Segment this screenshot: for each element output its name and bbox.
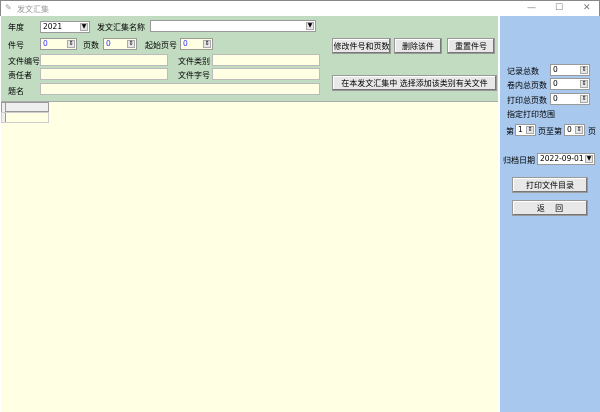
responsible-label: 责任者: [8, 71, 32, 80]
start-page-value: 0: [183, 39, 188, 48]
from-page-stepper[interactable]: 1 ⇕: [515, 124, 536, 136]
spin-arrows-icon[interactable]: ⇕: [67, 40, 75, 48]
file-no-input[interactable]: [40, 54, 168, 66]
file-category-label: 文件类别: [178, 57, 210, 66]
year-label: 年度: [8, 23, 24, 32]
to-suffix: 页: [588, 127, 596, 136]
responsible-input[interactable]: [40, 68, 168, 80]
start-page-stepper[interactable]: 0 ⇕: [180, 38, 213, 50]
pages-stepper[interactable]: 0 ⇕: [103, 38, 137, 50]
collection-select[interactable]: ▼: [150, 20, 316, 32]
volume-pages-value: 0: [553, 79, 558, 88]
app-icon: ✎: [5, 3, 12, 12]
year-value: 2021: [43, 22, 63, 31]
print-pages-value: 0: [553, 94, 558, 103]
spin-arrows-icon[interactable]: ⇕: [203, 40, 211, 48]
print-range-label: 指定打印范围: [507, 110, 555, 119]
item-no-label: 件号: [8, 41, 24, 50]
close-button[interactable]: ✕: [583, 3, 591, 13]
modify-button[interactable]: 修改件号和页数: [332, 38, 391, 54]
start-page-label: 起始页号: [145, 41, 177, 50]
archive-date-picker[interactable]: 2022-09-01 ▼: [537, 153, 595, 165]
item-no-stepper[interactable]: 0 ⇕: [40, 38, 77, 50]
spin-arrows-icon[interactable]: ⇕: [127, 40, 135, 48]
minimize-button[interactable]: —: [527, 3, 536, 13]
item-no-value: 0: [43, 39, 48, 48]
spin-arrows-icon[interactable]: ⇕: [526, 126, 534, 134]
add-files-button[interactable]: 在本发文汇集中 选择添加该类别有关文件: [332, 75, 497, 91]
chevron-down-icon[interactable]: ▼: [585, 155, 593, 163]
collection-label: 发文汇集名称: [97, 23, 145, 32]
from-prefix: 第: [506, 127, 514, 136]
volume-pages-label: 卷内总页数: [507, 81, 547, 90]
delete-button[interactable]: 删除该件: [394, 38, 442, 54]
to-mid-label: 页至第: [538, 127, 562, 136]
spin-arrows-icon[interactable]: ⇕: [575, 126, 583, 134]
record-total-label: 记录总数: [507, 67, 539, 76]
pages-label: 页数: [83, 41, 99, 50]
from-page-value: 1: [518, 125, 523, 134]
title-label: 题名: [8, 87, 24, 96]
back-button[interactable]: 返 回: [512, 200, 588, 216]
spin-arrows-icon[interactable]: ⇕: [580, 95, 588, 103]
record-total-stepper[interactable]: 0 ⇕: [550, 64, 590, 76]
chevron-down-icon[interactable]: ▼: [80, 23, 88, 31]
file-ref-label: 文件字号: [178, 71, 210, 80]
grid-header-row: [1, 102, 49, 112]
chevron-down-icon[interactable]: ▼: [306, 22, 314, 30]
print-pages-stepper[interactable]: 0 ⇕: [550, 93, 590, 105]
to-page-stepper[interactable]: 0 ⇕: [564, 124, 585, 136]
grid-row[interactable]: [1, 112, 49, 123]
archive-date-label: 归档日期: [503, 156, 535, 165]
file-grid[interactable]: [1, 101, 498, 412]
print-catalog-button[interactable]: 打印文件目录: [512, 177, 588, 193]
file-no-label: 文件编号: [8, 57, 40, 66]
archive-date-value: 2022-09-01: [540, 154, 584, 163]
title-bar: ✎ 发文汇集 — ☐ ✕: [0, 0, 600, 16]
spin-arrows-icon[interactable]: ⇕: [580, 66, 588, 74]
window-title: 发文汇集: [17, 5, 49, 14]
print-pages-label: 打印总页数: [507, 96, 547, 105]
file-ref-input[interactable]: [212, 68, 320, 80]
year-select[interactable]: 2021 ▼: [40, 21, 90, 33]
pages-value: 0: [106, 39, 111, 48]
maximize-button[interactable]: ☐: [555, 3, 563, 13]
title-input[interactable]: [40, 83, 320, 95]
to-page-value: 0: [567, 125, 572, 134]
spin-arrows-icon[interactable]: ⇕: [580, 80, 588, 88]
reset-button[interactable]: 重置件号: [447, 38, 495, 54]
volume-pages-stepper[interactable]: 0 ⇕: [550, 78, 590, 90]
record-total-value: 0: [553, 65, 558, 74]
file-category-input[interactable]: [212, 54, 320, 66]
